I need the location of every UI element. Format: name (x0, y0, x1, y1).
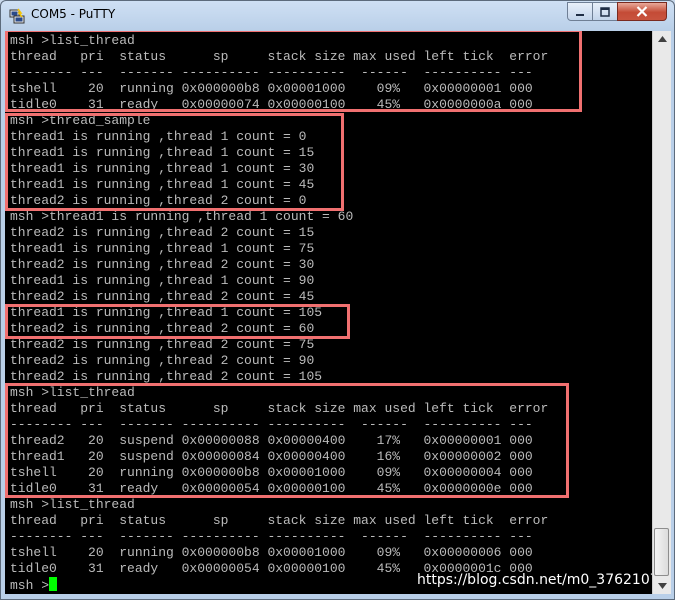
terminal-line: msh >thread1 is running ,thread 1 count … (10, 209, 354, 224)
terminal-area[interactable]: msh >list_thread thread pri status sp st… (5, 31, 652, 594)
close-button[interactable] (617, 2, 667, 21)
terminal-line: tidle0 31 ready 0x00000054 0x00000100 45… (10, 481, 533, 496)
terminal-line: thread2 is running ,thread 2 count = 75 (10, 337, 315, 352)
terminal-line: thread1 20 suspend 0x00000084 0x00000400… (10, 449, 533, 464)
window-title: COM5 - PuTTY (31, 7, 116, 21)
terminal-output: msh >list_thread thread pri status sp st… (10, 33, 548, 593)
arrow-down-icon (657, 583, 667, 589)
close-icon (636, 6, 648, 17)
terminal-cursor (49, 577, 58, 591)
terminal-line: thread2 is running ,thread 2 count = 60 (10, 321, 315, 336)
terminal-line: msh >thread_sample (10, 113, 151, 128)
terminal-line: thread2 is running ,thread 2 count = 30 (10, 257, 315, 272)
terminal-line: thread pri status sp stack size max used… (10, 513, 549, 528)
title-bar[interactable]: COM5 - PuTTY (1, 1, 674, 31)
csdn-watermark: https://blog.csdn.net/m0_3762107 (417, 572, 652, 588)
scroll-down-button[interactable] (654, 578, 670, 594)
terminal-line: -------- --- ------- ---------- --------… (10, 65, 533, 80)
minimize-icon (576, 13, 584, 16)
terminal-line: tshell 20 running 0x000000b8 0x00001000 … (10, 545, 533, 560)
terminal-line: thread1 is running ,thread 1 count = 0 (10, 129, 307, 144)
scroll-up-button[interactable] (654, 31, 670, 47)
maximize-icon (600, 6, 610, 17)
terminal-line: thread2 is running ,thread 2 count = 90 (10, 353, 315, 368)
putty-window: COM5 - PuTTY msh >list_thread thread pri… (0, 0, 675, 600)
terminal-line: thread1 is running ,thread 1 count = 90 (10, 273, 315, 288)
terminal-line: thread2 20 suspend 0x00000088 0x00000400… (10, 433, 533, 448)
scrollbar-thumb[interactable] (654, 528, 669, 576)
terminal-line: msh >list_thread (10, 33, 135, 48)
terminal-line: -------- --- ------- ---------- --------… (10, 417, 533, 432)
terminal-line: thread1 is running ,thread 1 count = 15 (10, 145, 315, 160)
maximize-button[interactable] (592, 2, 618, 21)
terminal-line: thread1 is running ,thread 1 count = 105 (10, 305, 323, 320)
terminal-line: thread pri status sp stack size max used… (10, 49, 549, 64)
prompt-text: msh > (10, 578, 50, 593)
putty-app-icon[interactable] (9, 8, 25, 24)
arrow-up-icon (657, 36, 667, 42)
terminal-line: -------- --- ------- ---------- --------… (10, 529, 533, 544)
terminal-line: tidle0 31 ready 0x00000074 0x00000100 45… (10, 97, 533, 112)
terminal-line: thread1 is running ,thread 1 count = 30 (10, 161, 315, 176)
terminal-line: thread2 is running ,thread 2 count = 15 (10, 225, 315, 240)
terminal-line: thread1 is running ,thread 1 count = 45 (10, 177, 315, 192)
terminal-line: msh >list_thread (10, 385, 135, 400)
vertical-scrollbar[interactable] (652, 31, 671, 594)
terminal-line: msh >list_thread (10, 497, 135, 512)
terminal-line: tshell 20 running 0x000000b8 0x00001000 … (10, 81, 533, 96)
terminal-line: thread2 is running ,thread 2 count = 0 (10, 193, 307, 208)
terminal-line: thread2 is running ,thread 2 count = 105 (10, 369, 323, 384)
terminal-line: tshell 20 running 0x000000b8 0x00001000 … (10, 465, 533, 480)
minimize-button[interactable] (567, 2, 593, 21)
terminal-line: thread2 is running ,thread 2 count = 45 (10, 289, 315, 304)
terminal-line: thread1 is running ,thread 1 count = 75 (10, 241, 315, 256)
terminal-line: thread pri status sp stack size max used… (10, 401, 549, 416)
